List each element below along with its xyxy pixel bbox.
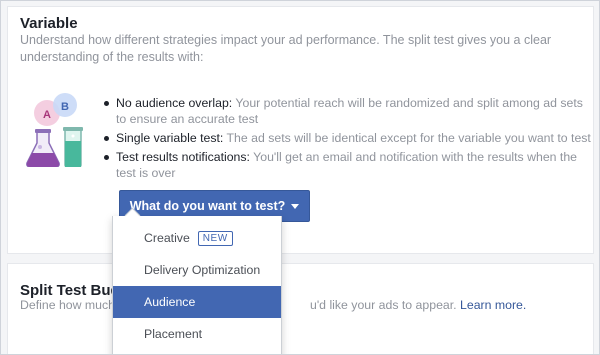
split-test-beakers-icon: A B [26, 93, 83, 167]
bullet-heading: Test results notifications: [116, 150, 250, 164]
menu-item-creative[interactable]: Creative NEW [113, 222, 281, 254]
bullet-text: The ad sets will be identical except for… [223, 131, 591, 145]
new-badge: NEW [197, 230, 233, 246]
menu-item-label: Audience [144, 295, 196, 309]
variable-description: Understand how different strategies impa… [20, 33, 552, 64]
svg-text:B: B [61, 101, 69, 113]
caret-down-icon [291, 203, 300, 209]
what-to-test-label: What do you want to test? [129, 199, 286, 213]
menu-item-delivery-optimization[interactable]: Delivery Optimization [113, 254, 281, 286]
menu-item-label: Placement [144, 327, 203, 341]
svg-text:A: A [43, 109, 51, 121]
list-item: No audience overlap: Your potential reac… [102, 95, 592, 127]
variable-title: Variable [20, 15, 78, 32]
list-item: Single variable test: The ad sets will b… [102, 130, 592, 146]
budget-description-start: Define how much [20, 298, 116, 312]
menu-item-label: Creative [144, 231, 190, 245]
test-variable-menu: Creative NEW Delivery Optimization Audie… [112, 216, 282, 354]
split-test-budget-section: Split Test Budg Define how much u'd like… [7, 263, 594, 354]
benefits-list: No audience overlap: Your potential reac… [102, 95, 592, 184]
menu-item-audience[interactable]: Audience [113, 286, 281, 318]
bullet-heading: Single variable test: [116, 131, 224, 145]
list-item: Test results notifications: You'll get a… [102, 149, 592, 181]
bullet-heading: No audience overlap: [116, 96, 233, 110]
menu-item-label: Delivery Optimization [144, 263, 261, 277]
budget-description-end: u'd like your ads to appear. Learn more. [310, 298, 526, 312]
learn-more-link[interactable]: Learn more. [460, 298, 526, 312]
variable-section: Variable Understand how different strate… [7, 6, 594, 254]
screenshot-frame: Variable Understand how different strate… [0, 0, 600, 355]
budget-description-text: u'd like your ads to appear. [310, 298, 457, 312]
menu-item-placement[interactable]: Placement [113, 318, 281, 350]
